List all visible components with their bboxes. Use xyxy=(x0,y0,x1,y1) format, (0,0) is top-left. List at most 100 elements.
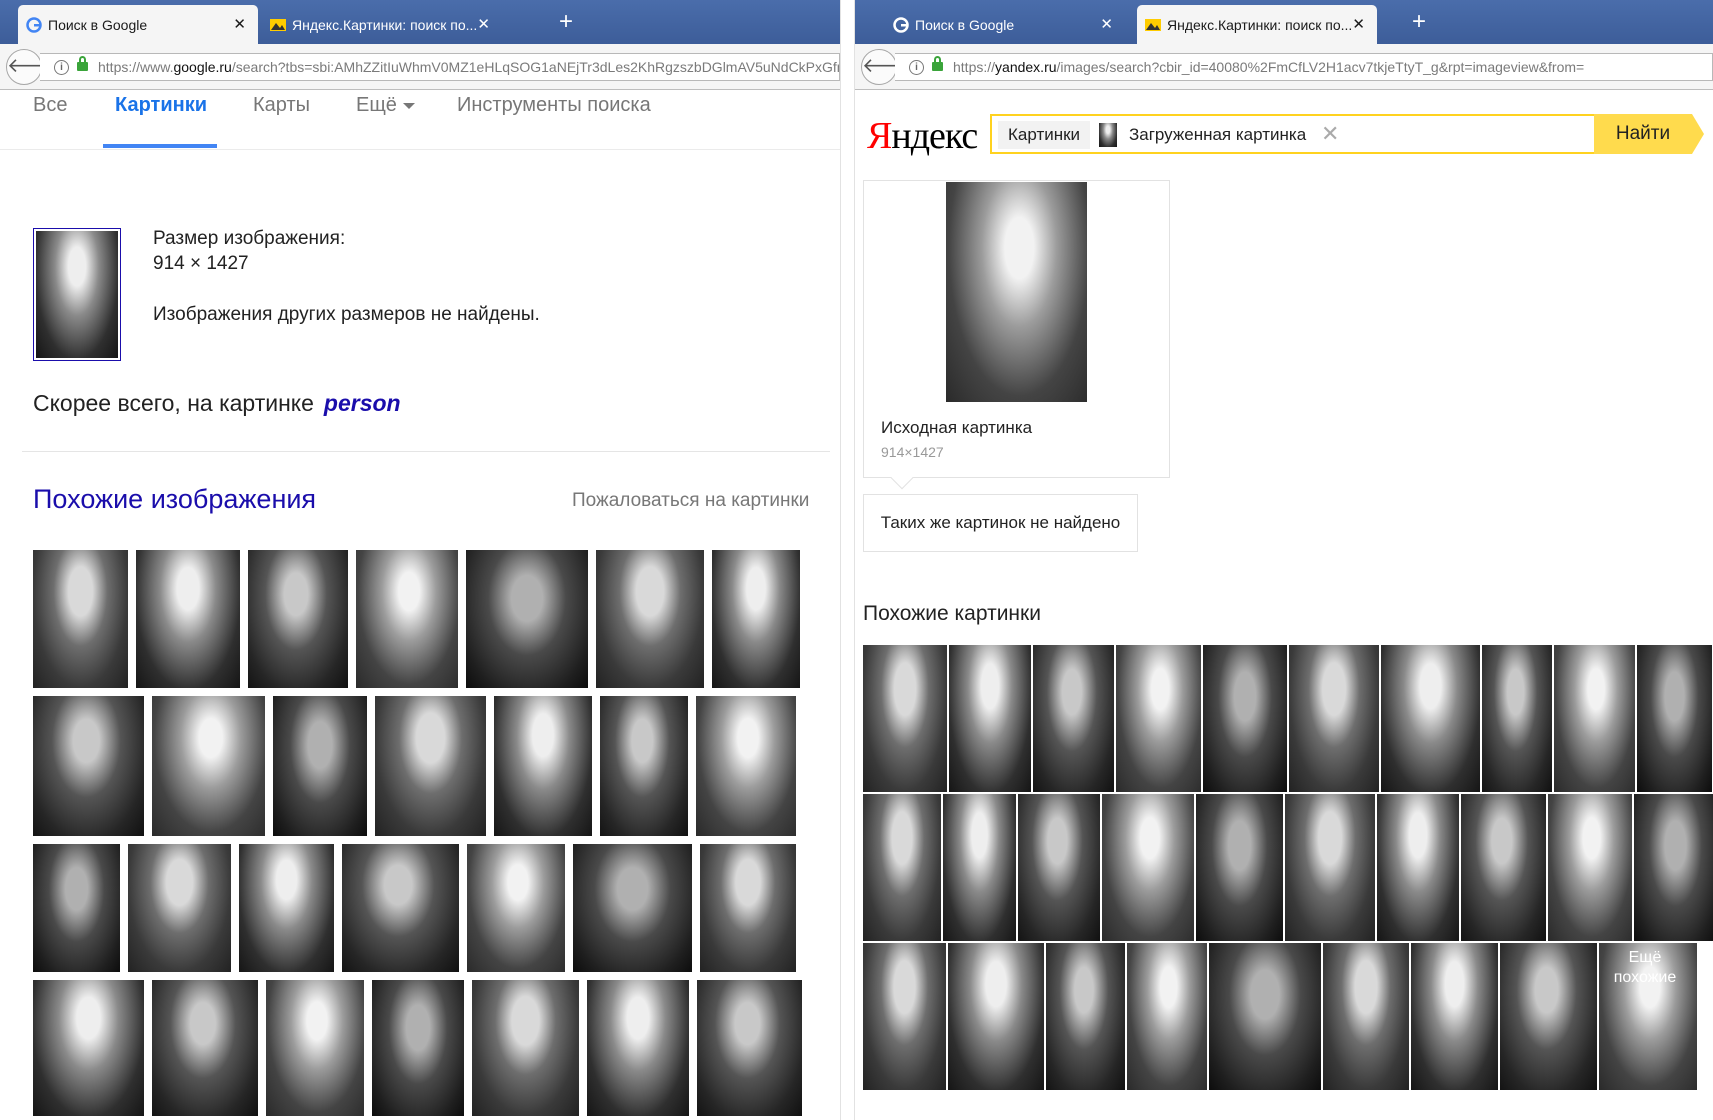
back-button[interactable]: 🡐 xyxy=(861,49,916,85)
close-tab-icon[interactable]: ✕ xyxy=(1352,15,1365,33)
similar-image-thumbnail[interactable] xyxy=(1482,645,1552,792)
similar-image-thumbnail[interactable] xyxy=(1554,645,1635,792)
search-scope-chip[interactable]: Картинки xyxy=(998,121,1091,149)
similar-image-thumbnail[interactable] xyxy=(136,550,240,688)
similar-image-thumbnail[interactable] xyxy=(1637,645,1712,792)
similar-image-thumbnail[interactable] xyxy=(248,550,348,688)
similar-image-thumbnail[interactable] xyxy=(696,696,796,836)
similar-image-thumbnail[interactable] xyxy=(1377,794,1459,941)
similar-image-thumbnail[interactable] xyxy=(356,550,458,688)
tab-google-search[interactable]: Поиск в Google ✕ xyxy=(18,5,258,44)
close-tab-icon[interactable]: ✕ xyxy=(477,15,490,33)
similar-image-thumbnail[interactable] xyxy=(372,980,464,1116)
nav-more-label: Ещё xyxy=(356,94,397,116)
similar-image-thumbnail[interactable] xyxy=(587,980,689,1116)
similar-image-thumbnail[interactable] xyxy=(863,794,941,941)
tab-google-search[interactable]: Поиск в Google ✕ xyxy=(885,5,1125,44)
similar-image-thumbnail[interactable] xyxy=(600,696,688,836)
similar-image-thumbnail[interactable] xyxy=(33,696,144,836)
address-bar[interactable]: i https://yandex.ru/images/search?cbir_i… xyxy=(895,53,1713,81)
similar-image-thumbnail[interactable] xyxy=(33,550,128,688)
similar-image-thumbnail[interactable] xyxy=(128,844,231,972)
similar-image-thumbnail[interactable] xyxy=(1127,943,1207,1090)
similar-image-thumbnail[interactable] xyxy=(1196,794,1283,941)
similar-image-thumbnail[interactable] xyxy=(1116,645,1201,792)
new-tab-button[interactable]: + xyxy=(552,8,580,36)
similar-image-thumbnail[interactable] xyxy=(573,844,692,972)
similar-image-thumbnail[interactable] xyxy=(1634,794,1713,941)
close-tab-icon[interactable]: ✕ xyxy=(233,15,246,33)
similar-image-thumbnail[interactable] xyxy=(472,980,579,1116)
similar-image-thumbnail[interactable] xyxy=(697,980,802,1116)
similar-image-thumbnail[interactable] xyxy=(1046,943,1125,1090)
uploaded-image-chip[interactable]: Загруженная картинка xyxy=(1099,121,1306,149)
similar-image-thumbnail[interactable] xyxy=(948,943,1044,1090)
similar-image-thumbnail[interactable] xyxy=(1548,794,1632,941)
url-domain: google.ru xyxy=(173,59,232,75)
search-bar[interactable]: Картинки Загруженная картинка ✕ Найти xyxy=(990,114,1704,154)
similar-image-thumbnail[interactable] xyxy=(863,943,946,1090)
similar-image-thumbnail[interactable] xyxy=(1209,943,1321,1090)
close-tab-icon[interactable]: ✕ xyxy=(1100,15,1113,33)
query-image-thumbnail[interactable] xyxy=(33,228,121,361)
similar-image-thumbnail[interactable] xyxy=(943,794,1016,941)
similar-image-thumbnail[interactable] xyxy=(239,844,334,972)
similar-image-thumbnail[interactable] xyxy=(466,550,588,688)
similar-image-thumbnail[interactable] xyxy=(273,696,367,836)
nav-maps[interactable]: Карты xyxy=(253,94,310,117)
source-image[interactable] xyxy=(946,182,1087,402)
similar-image-thumbnail[interactable] xyxy=(1289,645,1379,792)
similar-image-thumbnail[interactable] xyxy=(596,550,704,688)
similar-image-thumbnail[interactable] xyxy=(1102,794,1194,941)
new-tab-button[interactable]: + xyxy=(1405,8,1433,36)
nav-search-tools[interactable]: Инструменты поиска xyxy=(457,94,651,117)
more-similar-link[interactable]: Ещё похожие xyxy=(1595,948,1695,988)
address-bar[interactable]: i https://www.google.ru/search?tbs=sbi:A… xyxy=(40,53,840,81)
similar-image-thumbnail[interactable] xyxy=(1323,943,1409,1090)
uploaded-image-thumbnail xyxy=(1099,123,1117,147)
similar-image-thumbnail[interactable] xyxy=(467,844,565,972)
similar-image-thumbnail[interactable] xyxy=(712,550,800,688)
report-images-link[interactable]: Пожаловаться на картинки xyxy=(572,490,809,512)
yandex-images-favicon-icon xyxy=(270,19,286,31)
similar-image-thumbnail[interactable] xyxy=(1018,794,1100,941)
card-notch xyxy=(890,466,914,490)
similar-image-thumbnail[interactable] xyxy=(700,844,796,972)
similar-image-thumbnail[interactable] xyxy=(1033,645,1114,792)
more-similar-line1: Ещё xyxy=(1628,949,1662,966)
best-guess-link[interactable]: person xyxy=(324,390,401,416)
similar-image-thumbnail[interactable] xyxy=(863,645,947,792)
similar-image-thumbnail[interactable] xyxy=(1381,645,1480,792)
tab-yandex-images[interactable]: Яндекс.Картинки: поиск по... ✕ xyxy=(262,5,502,44)
tab-yandex-images[interactable]: Яндекс.Картинки: поиск по... ✕ xyxy=(1137,5,1377,44)
source-image-card[interactable]: Исходная картинка 914×1427 xyxy=(863,180,1170,490)
similar-image-thumbnail[interactable] xyxy=(266,980,364,1116)
similar-image-thumbnail[interactable] xyxy=(1285,794,1375,941)
similar-image-thumbnail[interactable] xyxy=(33,844,120,972)
similar-image-thumbnail[interactable] xyxy=(342,844,459,972)
find-button[interactable]: Найти xyxy=(1594,114,1704,154)
nav-more[interactable]: Ещё xyxy=(356,94,415,117)
similar-image-thumbnail[interactable] xyxy=(1411,943,1498,1090)
nav-all[interactable]: Все xyxy=(33,94,67,117)
similar-image-thumbnail[interactable] xyxy=(375,696,486,836)
similar-images-title[interactable]: Похожие изображения xyxy=(33,484,316,515)
back-button[interactable]: 🡐 xyxy=(6,49,61,85)
similar-image-thumbnail[interactable] xyxy=(1500,943,1597,1090)
info-icon[interactable]: i xyxy=(909,60,924,75)
clear-icon[interactable]: ✕ xyxy=(1321,122,1339,146)
similar-image-thumbnail[interactable] xyxy=(1203,645,1287,792)
lock-icon xyxy=(77,56,88,71)
dropdown-caret-icon xyxy=(402,102,415,109)
tab-bar: Поиск в Google ✕ Яндекс.Картинки: поиск … xyxy=(855,0,1713,44)
logo-first-letter: Я xyxy=(867,115,892,157)
similar-image-thumbnail[interactable] xyxy=(494,696,592,836)
similar-image-thumbnail[interactable] xyxy=(1461,794,1546,941)
similar-image-thumbnail[interactable] xyxy=(152,696,265,836)
similar-image-thumbnail[interactable] xyxy=(949,645,1031,792)
nav-images[interactable]: Картинки xyxy=(115,94,207,117)
info-icon[interactable]: i xyxy=(54,60,69,75)
similar-image-thumbnail[interactable] xyxy=(33,980,144,1116)
yandex-logo[interactable]: Яндекс xyxy=(867,114,978,158)
similar-image-thumbnail[interactable] xyxy=(152,980,258,1116)
